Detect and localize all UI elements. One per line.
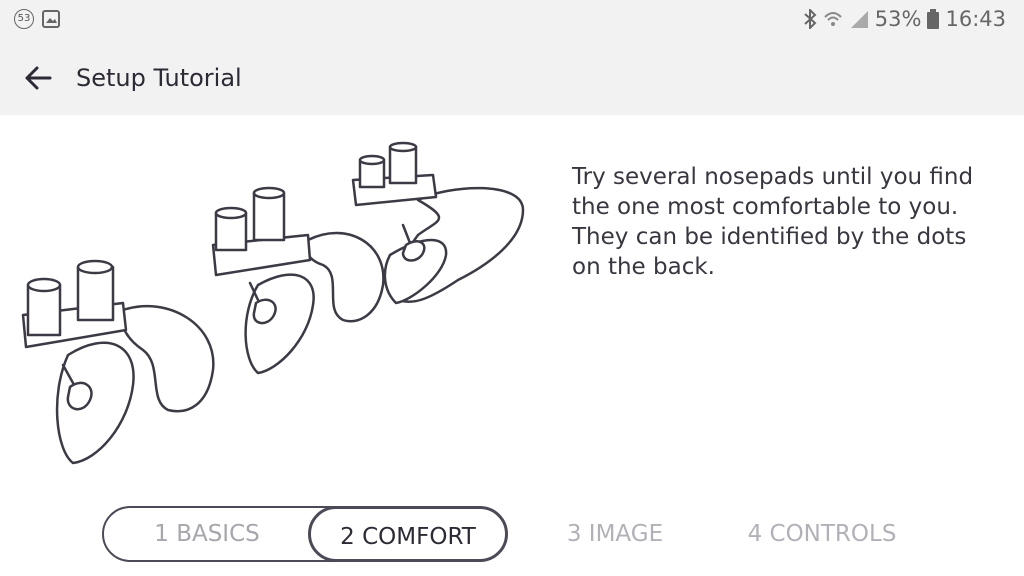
bluetooth-icon: [804, 9, 817, 29]
status-bar: 53 53% 16:43: [0, 0, 1024, 40]
page-title: Setup Tutorial: [76, 64, 242, 92]
step-controls[interactable]: 4 CONTROLS: [732, 506, 912, 562]
status-left: 53: [14, 9, 60, 29]
nosepad-illustration-2: [211, 186, 385, 375]
app-bar: Setup Tutorial: [0, 40, 1024, 115]
clock: 16:43: [945, 7, 1006, 31]
battery-percent: 53%: [874, 7, 922, 31]
status-right: 53% 16:43: [803, 7, 1006, 31]
battery-icon: [927, 9, 940, 29]
nosepad-illustration-1: [21, 259, 215, 465]
step-basics[interactable]: 1 BASICS: [122, 506, 292, 562]
step-comfort[interactable]: 2 COMFORT: [308, 506, 508, 562]
step-image[interactable]: 3 IMAGE: [542, 506, 688, 562]
tutorial-description: Try several nosepads until you find the …: [572, 164, 974, 280]
gallery-icon: [42, 10, 60, 28]
arrow-left-icon: [25, 66, 52, 90]
wifi-icon: [824, 12, 842, 26]
tutorial-stepper: 1 BASICS 2 COMFORT 3 IMAGE 4 CONTROLS: [102, 506, 942, 564]
nosepads-illustration: [18, 125, 533, 470]
signal-icon: [850, 11, 868, 28]
notification-count-icon: 53: [14, 9, 34, 29]
back-button[interactable]: [20, 60, 56, 96]
